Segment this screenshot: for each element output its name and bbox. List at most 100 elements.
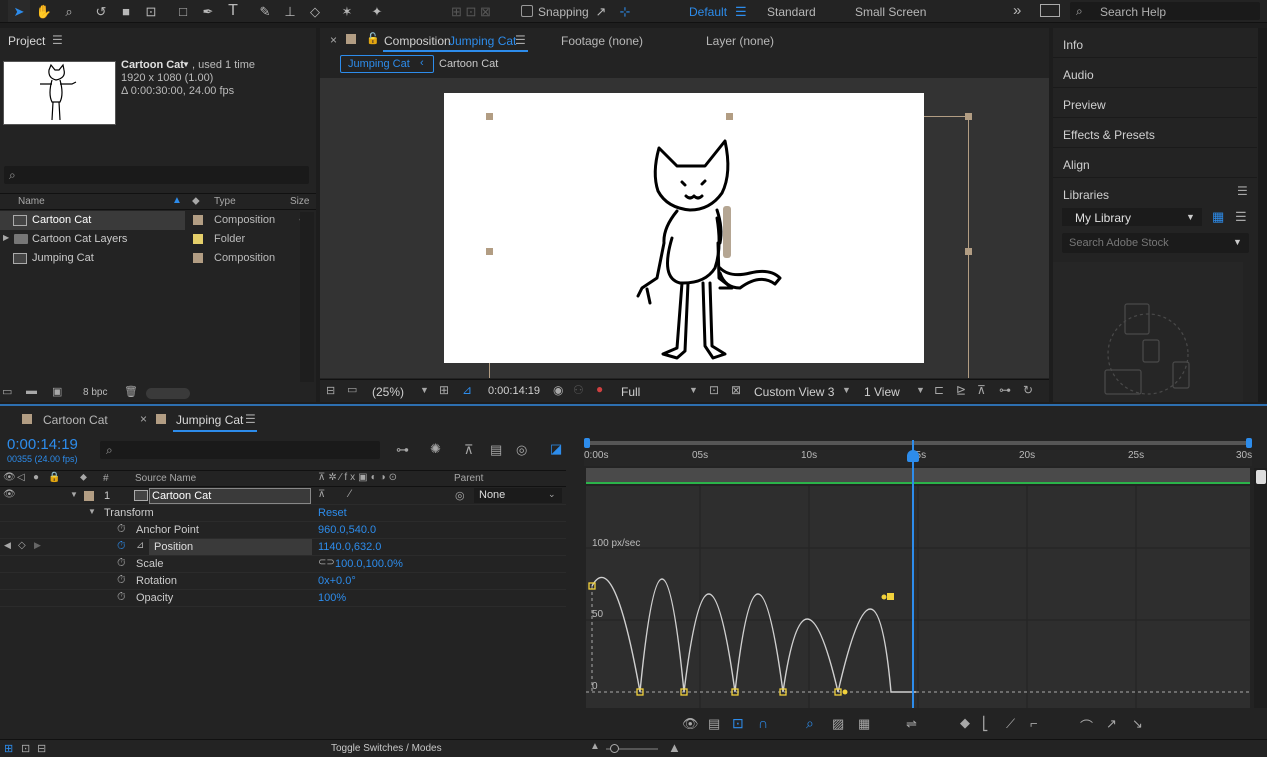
- hand-tool-icon[interactable]: ✋: [33, 0, 55, 22]
- library-dropdown[interactable]: My Library ▼: [1062, 208, 1202, 226]
- transparency-grid-icon[interactable]: ⊠: [731, 383, 741, 397]
- project-scrollbar[interactable]: [300, 212, 314, 382]
- layer-switches-icon[interactable]: ⊞: [4, 742, 13, 755]
- eraser-tool-icon[interactable]: ◇: [304, 0, 326, 22]
- list-view-icon[interactable]: ☰: [1235, 209, 1247, 225]
- fit-selection-icon[interactable]: ⌕: [806, 715, 814, 732]
- fast-previews-icon[interactable]: ⊵: [956, 383, 966, 397]
- property-value[interactable]: 960.0,540.0: [318, 524, 376, 536]
- workspace-small-screen[interactable]: Small Screen: [855, 5, 926, 19]
- show-snapshot-icon[interactable]: ⚇: [573, 383, 584, 397]
- monitor-icon[interactable]: ▭: [347, 383, 357, 396]
- show-properties-icon[interactable]: 👁: [682, 716, 699, 732]
- close-icon[interactable]: ×: [140, 412, 147, 426]
- stopwatch-icon[interactable]: ⏱: [117, 557, 126, 570]
- snapshot-icon[interactable]: ◉: [553, 383, 563, 397]
- transform-box-icon[interactable]: ⊡: [732, 715, 744, 732]
- playhead[interactable]: [912, 440, 914, 708]
- expand-arrow-icon[interactable]: ▼: [70, 490, 78, 499]
- graph-vertical-scrollbar[interactable]: [1254, 468, 1267, 708]
- comp-mini-flowchart-icon[interactable]: ⊶: [396, 442, 409, 458]
- panel-menu-icon[interactable]: ☰: [515, 33, 526, 47]
- workspace-standard[interactable]: Standard: [767, 5, 816, 19]
- reset-link[interactable]: Reset: [318, 507, 347, 519]
- panel-menu-icon[interactable]: ☰: [52, 33, 63, 47]
- auto-zoom-icon[interactable]: ▦: [858, 716, 870, 732]
- stopwatch-icon[interactable]: ⏱: [117, 574, 126, 587]
- workspace-default[interactable]: Default: [689, 5, 727, 19]
- always-preview-icon[interactable]: ⊟: [326, 384, 335, 397]
- linear-keyframe-icon[interactable]: ⟋: [1006, 716, 1015, 732]
- time-navigator[interactable]: [584, 438, 1252, 448]
- fit-all-icon[interactable]: ▨: [832, 716, 844, 732]
- chevron-down-icon[interactable]: ▼: [182, 60, 190, 69]
- workspace-overflow-icon[interactable]: »: [1013, 2, 1021, 19]
- expand-arrow-icon[interactable]: ▼: [88, 507, 96, 516]
- puppet-pin-tool-icon[interactable]: ✦: [366, 0, 388, 22]
- column-size[interactable]: Size: [290, 196, 309, 207]
- stopwatch-icon[interactable]: ⏱: [117, 523, 126, 536]
- motion-blur-icon[interactable]: ◎: [516, 442, 527, 458]
- views-dropdown[interactable]: 1 View: [864, 385, 900, 399]
- close-icon[interactable]: ×: [330, 33, 337, 47]
- rotate-tool-icon[interactable]: ↺: [90, 0, 112, 22]
- parent-dropdown[interactable]: None ⌄: [474, 488, 562, 503]
- transfer-controls-icon[interactable]: ⊡: [21, 742, 30, 755]
- project-panel-title[interactable]: Project: [8, 34, 45, 48]
- label-color-swatch[interactable]: [193, 253, 203, 263]
- work-area-bar[interactable]: [586, 468, 1250, 484]
- hold-keyframe-icon[interactable]: ⎣: [982, 716, 989, 732]
- adobe-stock-search[interactable]: Search Adobe Stock ▼: [1062, 233, 1249, 253]
- constrain-proportions-icon[interactable]: ⊂⊃: [318, 557, 335, 568]
- zoom-dropdown[interactable]: (25%): [372, 385, 404, 399]
- timeline-tab-jumping-cat[interactable]: Jumping Cat: [176, 413, 243, 427]
- expand-arrow-icon[interactable]: ▶: [3, 233, 9, 242]
- new-composition-icon[interactable]: ▣: [52, 385, 62, 398]
- sort-arrow-icon[interactable]: ▲: [172, 195, 182, 206]
- clone-stamp-tool-icon[interactable]: ⊥: [279, 0, 301, 22]
- chevron-down-icon[interactable]: ▼: [689, 385, 698, 395]
- graph-toggle-icon[interactable]: ⊿: [136, 540, 144, 551]
- new-folder-icon[interactable]: ▬: [26, 385, 37, 397]
- selection-tool-icon[interactable]: ➤: [8, 0, 30, 22]
- reset-exposure-icon[interactable]: ↻: [1023, 383, 1033, 397]
- pickwhip-icon[interactable]: ◎: [455, 489, 465, 502]
- stopwatch-icon[interactable]: ⏱: [117, 591, 126, 604]
- layer-tab[interactable]: Layer (none): [706, 34, 774, 48]
- toggle-pixel-aspect-icon[interactable]: ⊏: [934, 383, 944, 397]
- graph-options-icon[interactable]: ▤: [708, 716, 720, 732]
- property-opacity[interactable]: ⏱ Opacity 100%: [0, 590, 566, 607]
- anchor-point-handle[interactable]: [723, 206, 731, 258]
- bpc-button[interactable]: 8 bpc: [83, 387, 107, 398]
- column-name[interactable]: Name: [18, 196, 45, 207]
- auto-bezier-icon[interactable]: ⌐: [1030, 716, 1038, 731]
- view-dropdown[interactable]: Custom View 3: [754, 385, 834, 399]
- column-source-name[interactable]: Source Name: [135, 473, 196, 484]
- footage-tab[interactable]: Footage (none): [561, 34, 643, 48]
- property-value[interactable]: 100%: [318, 592, 346, 604]
- shy-layers-icon[interactable]: ⊼: [464, 442, 474, 458]
- comp-timecode[interactable]: 0:00:14:19: [488, 385, 540, 397]
- panel-menu-icon[interactable]: ☰: [245, 412, 256, 426]
- label-color-swatch[interactable]: [193, 215, 203, 225]
- cartoon-cat-layer[interactable]: [320, 78, 1049, 378]
- property-position[interactable]: ◀ ◇ ▶ ⏱ ⊿ Position 1140.0,632.0: [0, 539, 566, 556]
- chevron-down-icon[interactable]: ▼: [842, 385, 851, 395]
- flowchart-icon[interactable]: ⊶: [999, 383, 1011, 397]
- channel-icon[interactable]: ●: [596, 382, 603, 396]
- navigator-end-handle[interactable]: [1246, 438, 1252, 448]
- comp-nav-other[interactable]: Cartoon Cat: [439, 58, 498, 70]
- stopwatch-icon[interactable]: ⏱: [117, 540, 126, 553]
- project-row[interactable]: Cartoon Cat Composition ⊶: [0, 211, 316, 230]
- transform-group[interactable]: ▼ Transform Reset: [0, 505, 566, 522]
- project-zoom-slider[interactable]: [146, 388, 190, 399]
- quality-switch-icon[interactable]: ⁄: [349, 488, 351, 500]
- current-time-display[interactable]: 0:00:14:19: [7, 436, 78, 453]
- snap-icon[interactable]: ∩: [758, 715, 768, 731]
- property-value[interactable]: 0x+0.0°: [318, 575, 356, 587]
- region-of-interest-icon[interactable]: ⊡: [709, 383, 719, 397]
- grid-guides-icon[interactable]: ⊞: [439, 383, 449, 397]
- info-panel[interactable]: Info: [1053, 28, 1257, 58]
- layer-row[interactable]: 👁 ▼ 1 Cartoon Cat ⊼ ⁄ ◎ None ⌄: [0, 487, 566, 505]
- easy-ease-out-icon[interactable]: ↘: [1132, 716, 1143, 732]
